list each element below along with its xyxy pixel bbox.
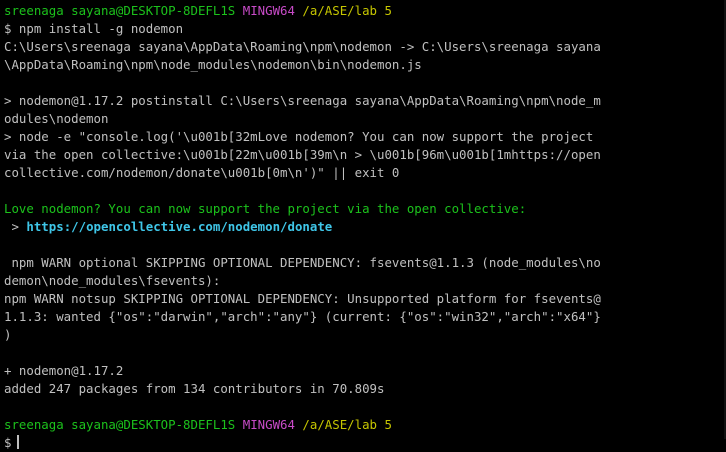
prompt-path: /a/ASE/lab 5 [302, 3, 392, 18]
prompt-shell: MINGW64 [242, 417, 295, 432]
output-line: collective.com/nodemon/donate\u001b[0m\n… [4, 165, 400, 180]
prompt-path: /a/ASE/lab 5 [302, 417, 392, 432]
input-line[interactable]: $ [4, 434, 726, 452]
result-line: added 247 packages from 134 contributors… [4, 381, 385, 396]
text-cursor [17, 435, 20, 449]
prompt-shell: MINGW64 [242, 3, 295, 18]
prompt-line: sreenaga sayana@DESKTOP-8DEFL1S MINGW64 … [4, 416, 726, 434]
prompt-symbol: $ [4, 435, 12, 450]
result-line: + nodemon@1.17.2 [4, 363, 124, 378]
prompt-line: sreenaga sayana@DESKTOP-8DEFL1S MINGW64 … [4, 2, 726, 20]
donate-link-line: > https://opencollective.com/nodemon/don… [4, 218, 726, 236]
prompt-user-host: sreenaga sayana@DESKTOP-8DEFL1S [4, 417, 236, 432]
donate-link[interactable]: https://opencollective.com/nodemon/donat… [26, 219, 332, 234]
warn-line: ) [4, 327, 12, 342]
output-line: via the open collective:\u001b[22m\u001b… [4, 147, 601, 162]
prompt-user-host: sreenaga sayana@DESKTOP-8DEFL1S [4, 3, 236, 18]
output-line: > nodemon@1.17.2 postinstall C:\Users\sr… [4, 93, 601, 108]
link-prefix: > [4, 219, 27, 234]
output-line: > node -e "console.log('\u001b[32mLove n… [4, 129, 594, 144]
output-line: C:\Users\sreenaga sayana\AppData\Roaming… [4, 39, 601, 54]
warn-line: demon\node_modules\fsevents): [4, 273, 221, 288]
output-line: odules\nodemon [4, 111, 109, 126]
warn-line: 1.1.3: wanted {"os":"darwin","arch":"any… [4, 309, 601, 324]
output-line: \AppData\Roaming\npm\node_modules\nodemo… [4, 57, 422, 72]
terminal-window[interactable]: sreenaga sayana@DESKTOP-8DEFL1S MINGW64 … [0, 0, 726, 450]
donate-message: Love nodemon? You can now support the pr… [4, 201, 527, 216]
warn-line: npm WARN notsup SKIPPING OPTIONAL DEPEND… [4, 291, 601, 306]
command-line: $ npm install -g nodemon [4, 21, 184, 36]
warn-line: npm WARN optional SKIPPING OPTIONAL DEPE… [4, 255, 601, 270]
